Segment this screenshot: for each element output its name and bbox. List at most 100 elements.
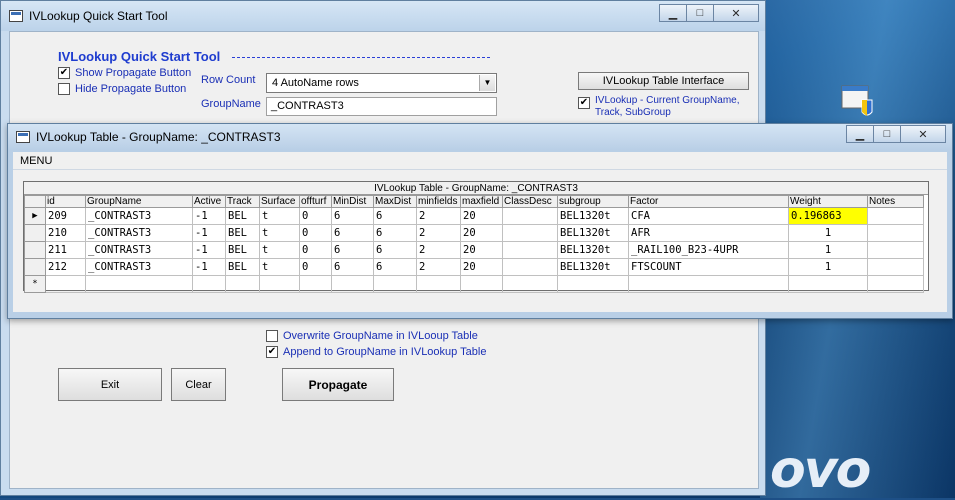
new-record-row[interactable]: * [24, 275, 924, 293]
table-cell[interactable] [460, 275, 503, 293]
table-cell[interactable]: BEL [225, 207, 260, 225]
table-window-titlebar[interactable]: IVLookup Table - GroupName: _CONTRAST3 [8, 124, 952, 150]
row-selector[interactable] [24, 224, 46, 242]
table-cell[interactable]: 2 [416, 207, 461, 225]
table-cell[interactable]: BEL1320t [557, 241, 629, 259]
table-cell[interactable]: 0 [299, 207, 332, 225]
table-cell[interactable]: CFA [628, 207, 789, 225]
table-cell[interactable] [502, 207, 558, 225]
table-cell[interactable] [373, 275, 417, 293]
table-cell[interactable] [192, 275, 226, 293]
table-cell[interactable]: 0 [299, 241, 332, 259]
table-cell[interactable] [867, 275, 924, 293]
table-cell[interactable]: 212 [45, 258, 86, 276]
table-cell[interactable]: _RAIL100_B23-4UPR [628, 241, 789, 259]
table-cell[interactable] [259, 275, 300, 293]
table-cell[interactable]: _CONTRAST3 [85, 241, 193, 259]
row-selector[interactable] [24, 258, 46, 276]
table-cell[interactable] [628, 275, 789, 293]
table-row[interactable]: 212 _CONTRAST3 -1 BEL t 0 6 6 2 20 BEL1320t FTSCOUN… [24, 258, 924, 276]
table-cell[interactable]: 1 [788, 258, 868, 276]
row-selector-header[interactable] [24, 195, 46, 208]
table-cell[interactable] [867, 207, 924, 225]
table-cell[interactable]: 210 [45, 224, 86, 242]
current-groupname-option[interactable]: ✔ IVLookup - Current GroupName, Track, S… [578, 95, 758, 119]
table-maximize-button[interactable]: □ [873, 125, 901, 143]
table-cell[interactable] [557, 275, 629, 293]
row-count-select[interactable]: 4 AutoName rows ▼ [266, 73, 497, 93]
table-cell[interactable]: -1 [192, 258, 226, 276]
column-header[interactable]: MaxDist [373, 195, 417, 208]
table-cell[interactable]: t [259, 224, 300, 242]
table-cell[interactable] [502, 241, 558, 259]
dropdown-arrow-icon[interactable]: ▼ [479, 75, 495, 91]
table-cell[interactable]: BEL [225, 258, 260, 276]
table-cell[interactable]: 2 [416, 258, 461, 276]
column-header[interactable]: Active [192, 195, 226, 208]
table-cell[interactable] [867, 224, 924, 242]
table-cell[interactable]: 2 [416, 224, 461, 242]
table-cell[interactable] [225, 275, 260, 293]
append-option[interactable]: ✔ Append to GroupName in IVLookup Table [266, 346, 486, 358]
column-header[interactable]: Track [225, 195, 260, 208]
quick-start-titlebar[interactable]: IVLookup Quick Start Tool [1, 1, 765, 31]
table-cell[interactable] [85, 275, 193, 293]
table-cell[interactable]: 6 [373, 207, 417, 225]
table-cell[interactable]: AFR [628, 224, 789, 242]
column-header[interactable]: MinDist [331, 195, 374, 208]
table-cell[interactable]: 20 [460, 241, 503, 259]
table-cell[interactable]: 2 [416, 241, 461, 259]
table-minimize-button[interactable]: ▁ [846, 125, 874, 143]
column-header[interactable]: subgroup [557, 195, 629, 208]
column-header[interactable]: maxfield [460, 195, 503, 208]
table-row[interactable]: 211 _CONTRAST3 -1 BEL t 0 6 6 2 20 BEL1320t _RAIL10… [24, 241, 924, 259]
current-row-pointer-icon[interactable]: ▶ [24, 207, 46, 225]
table-close-button[interactable]: ✕ [900, 125, 946, 143]
table-cell[interactable]: 6 [331, 207, 374, 225]
column-header[interactable]: GroupName [85, 195, 193, 208]
table-row[interactable]: ▶ 209 _CONTRAST3 -1 BEL t 0 6 6 2 20 BEL1320t CFA 0.1… [24, 207, 924, 225]
table-cell[interactable]: _CONTRAST3 [85, 258, 193, 276]
table-cell[interactable] [867, 258, 924, 276]
ivlookup-table-interface-button[interactable]: IVLookup Table Interface [578, 72, 749, 90]
table-row[interactable]: 210 _CONTRAST3 -1 BEL t 0 6 6 2 20 BEL1320t AFR 1 [24, 224, 924, 242]
table-cell[interactable]: 209 [45, 207, 86, 225]
exit-button[interactable]: Exit [58, 368, 162, 401]
append-checkbox[interactable]: ✔ [266, 346, 278, 358]
table-cell[interactable]: t [259, 241, 300, 259]
row-selector[interactable] [24, 241, 46, 259]
table-cell[interactable] [331, 275, 374, 293]
column-header[interactable]: minfields [416, 195, 461, 208]
table-cell[interactable] [867, 241, 924, 259]
table-cell[interactable]: t [259, 207, 300, 225]
column-header[interactable]: ClassDesc [502, 195, 558, 208]
column-header[interactable]: Notes [867, 195, 924, 208]
table-cell[interactable] [502, 275, 558, 293]
table-cell[interactable]: BEL [225, 224, 260, 242]
close-button[interactable]: ✕ [713, 4, 759, 22]
ivlookup-data-grid[interactable]: IVLookup Table - GroupName: _CONTRAST3 i… [23, 181, 929, 293]
table-cell[interactable]: BEL1320t [557, 224, 629, 242]
table-cell[interactable]: FTSCOUNT [628, 258, 789, 276]
table-cell[interactable]: 1 [788, 224, 868, 242]
table-cell[interactable]: 6 [373, 258, 417, 276]
shortcut-shield-icon[interactable] [838, 80, 878, 120]
table-cell[interactable]: 0.196863 [788, 207, 868, 225]
column-header[interactable]: Factor [628, 195, 789, 208]
column-header[interactable]: offturf [299, 195, 332, 208]
groupname-input[interactable]: _CONTRAST3 [266, 97, 497, 116]
hide-propagate-checkbox[interactable] [58, 83, 70, 95]
table-cell[interactable]: 20 [460, 207, 503, 225]
table-cell[interactable]: 0 [299, 258, 332, 276]
table-cell[interactable]: 6 [331, 258, 374, 276]
table-cell[interactable]: BEL [225, 241, 260, 259]
table-cell[interactable] [788, 275, 868, 293]
table-cell[interactable] [45, 275, 86, 293]
menu-item-menu[interactable]: MENU [20, 155, 52, 167]
table-cell[interactable]: 211 [45, 241, 86, 259]
new-record-icon[interactable]: * [24, 275, 46, 293]
table-cell[interactable]: 6 [331, 224, 374, 242]
table-cell[interactable]: t [259, 258, 300, 276]
table-cell[interactable]: 0 [299, 224, 332, 242]
clear-button[interactable]: Clear [171, 368, 226, 401]
